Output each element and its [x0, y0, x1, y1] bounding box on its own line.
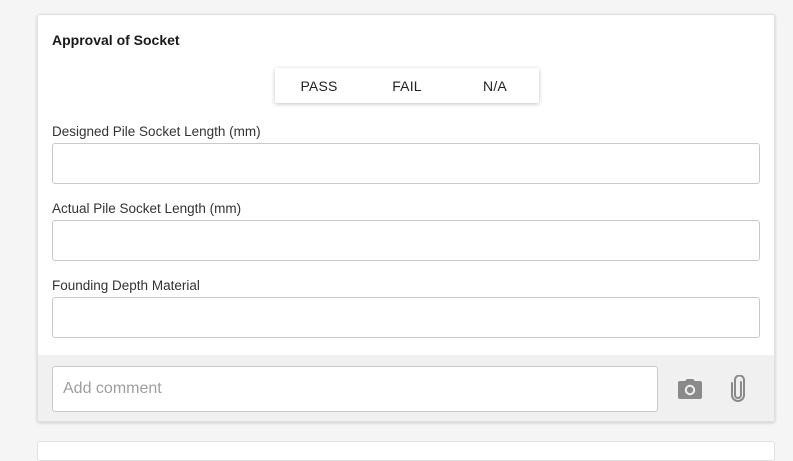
designed-socket-length-label: Designed Pile Socket Length (mm) [52, 124, 261, 139]
paperclip-icon[interactable] [724, 375, 752, 403]
pass-fail-na-selector: PASS FAIL N/A [275, 68, 539, 103]
approval-of-socket-card: Approval of Socket PASS FAIL N/A Designe… [37, 14, 775, 422]
designed-socket-length-input[interactable] [52, 143, 760, 184]
founding-depth-material-input[interactable] [52, 297, 760, 338]
next-card [37, 441, 775, 461]
comment-input[interactable] [52, 366, 658, 412]
actual-socket-length-input[interactable] [52, 220, 760, 261]
fail-button[interactable]: FAIL [363, 68, 451, 103]
na-button[interactable]: N/A [451, 68, 539, 103]
pass-button[interactable]: PASS [275, 68, 363, 103]
camera-icon[interactable] [676, 375, 704, 403]
founding-depth-material-label: Founding Depth Material [52, 278, 200, 293]
comment-footer [38, 355, 774, 421]
section-title: Approval of Socket [52, 32, 180, 48]
actual-socket-length-label: Actual Pile Socket Length (mm) [52, 201, 242, 216]
